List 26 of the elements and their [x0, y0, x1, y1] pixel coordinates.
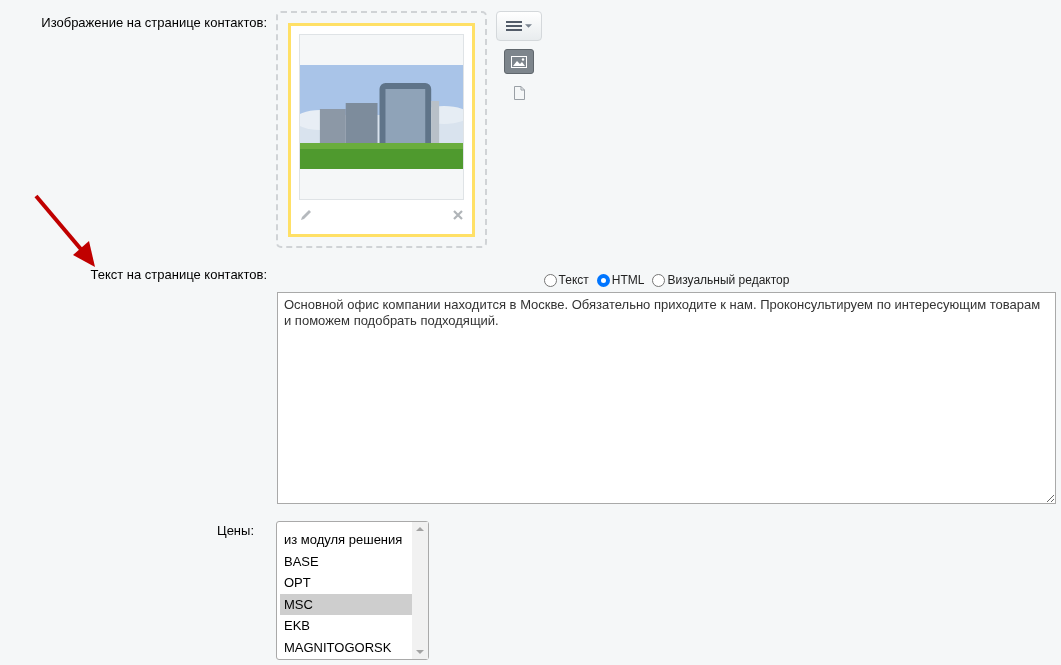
- field-label: Изображение на странице контактов:: [41, 15, 267, 30]
- image-view-button[interactable]: [504, 49, 534, 74]
- field-label: Текст на странице контактов:: [90, 267, 267, 282]
- caret-icon: [525, 24, 532, 28]
- scroll-down-icon[interactable]: [416, 650, 424, 654]
- list-option[interactable]: из модуля решения: [280, 529, 412, 551]
- mode-radio[interactable]: Визуальный редактор: [652, 271, 790, 289]
- close-icon[interactable]: [452, 209, 464, 221]
- list-option[interactable]: OPT: [280, 572, 412, 594]
- list-option[interactable]: MSC: [280, 593, 412, 615]
- field-label: Цены:: [217, 523, 254, 538]
- list-option[interactable]: MAGNITOGORSK: [280, 636, 412, 658]
- image-dropzone[interactable]: [276, 11, 487, 248]
- list-option[interactable]: BASE: [280, 550, 412, 572]
- prices-listbox[interactable]: из модуля решения BASE OPT MSC EKB MAGNITOGORSK: [276, 521, 429, 660]
- text-area[interactable]: Основной офис компании находится в Москве. Обязательно приходите к нам. Проконсультируем по интересующим товарам и поможем подобрать подходящий.: [277, 292, 1056, 504]
- menu-button[interactable]: [496, 11, 542, 41]
- menu-icon: [506, 20, 522, 32]
- mode-radio[interactable]: Текст: [543, 271, 589, 289]
- list-option[interactable]: EKB: [280, 615, 412, 637]
- document-icon: [513, 86, 525, 100]
- pencil-icon[interactable]: [299, 208, 313, 222]
- scrollbar[interactable]: [412, 522, 428, 659]
- mode-radio[interactable]: HTML: [596, 271, 645, 289]
- scroll-up-icon[interactable]: [416, 527, 424, 531]
- image-icon: [511, 55, 527, 68]
